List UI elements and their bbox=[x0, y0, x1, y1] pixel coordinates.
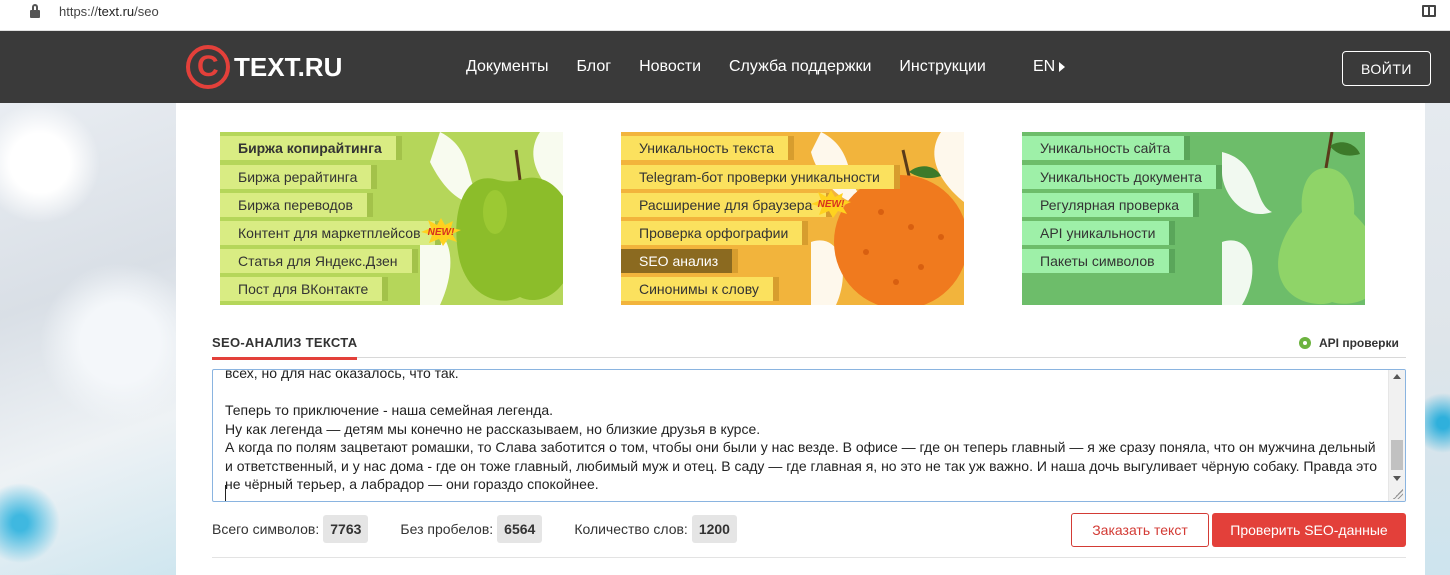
pear-illustration-icon bbox=[1222, 132, 1365, 305]
check-seo-button[interactable]: Проверить SEO-данные bbox=[1212, 513, 1406, 547]
seo-text-input[interactable]: всех, но для нас оказалось, что так. Теп… bbox=[212, 369, 1406, 502]
card-copywriting: Биржа копирайтинга Биржа рерайтинга Бирж… bbox=[220, 132, 563, 305]
card-tools: Уникальность текста Telegram-бот проверк… bbox=[621, 132, 964, 305]
reader-mode-icon[interactable] bbox=[1422, 5, 1436, 17]
total-chars-value: 7763 bbox=[323, 515, 369, 543]
url-text[interactable]: https://text.ru/seo bbox=[59, 4, 159, 19]
scroll-down-arrow-icon[interactable] bbox=[1393, 476, 1401, 481]
card-item-text-uniqueness[interactable]: Уникальность текста bbox=[621, 136, 794, 160]
card-item-marketplace-content[interactable]: Контент для маркетплейсов bbox=[220, 221, 441, 245]
new-badge: NEW! bbox=[421, 218, 461, 246]
textarea-scrollbar[interactable] bbox=[1388, 370, 1405, 501]
word-count-value: 1200 bbox=[691, 515, 737, 543]
tab-divider bbox=[212, 357, 1406, 358]
logo-text: TEXT.RU bbox=[234, 51, 343, 82]
card-item-api-uniqueness[interactable]: API уникальности bbox=[1022, 221, 1176, 245]
card-item-telegram-bot[interactable]: Telegram-бот проверки уникальности bbox=[621, 165, 900, 189]
site-logo[interactable]: TEXT.RU bbox=[186, 45, 342, 89]
api-check-label: API проверки bbox=[1319, 336, 1399, 350]
seo-text-content: всех, но для нас оказалось, что так. Теп… bbox=[225, 369, 1378, 492]
card-item-rewriting-exchange[interactable]: Биржа рерайтинга bbox=[220, 165, 378, 189]
card-item-copywriting-exchange[interactable]: Биржа копирайтинга bbox=[220, 136, 402, 160]
background-texture-right bbox=[1425, 103, 1450, 575]
card-site: Уникальность сайта Уникальность документ… bbox=[1022, 132, 1365, 305]
card-item-yandex-zen[interactable]: Статья для Яндекс.Дзен bbox=[220, 249, 418, 273]
card-item-translation-exchange[interactable]: Биржа переводов bbox=[220, 193, 373, 217]
card-item-vk-post[interactable]: Пост для ВКонтакте bbox=[220, 277, 389, 301]
new-badge: NEW! bbox=[811, 190, 851, 218]
no-space-chars-label: Без пробелов: bbox=[400, 521, 494, 537]
word-count-label: Количество слов: bbox=[574, 521, 688, 537]
resize-grip-icon[interactable] bbox=[1393, 489, 1403, 499]
nav-instructions[interactable]: Инструкции bbox=[899, 58, 985, 76]
copyright-logo-icon bbox=[186, 45, 230, 89]
total-chars-label: Всего символов: bbox=[212, 521, 320, 537]
language-switch[interactable]: EN bbox=[1033, 58, 1066, 76]
card-item-spell-check[interactable]: Проверка орфографии bbox=[621, 221, 809, 245]
card-item-seo-analysis[interactable]: SEO анализ bbox=[621, 249, 739, 273]
no-space-chars-value: 6564 bbox=[497, 515, 543, 543]
orange-illustration-icon bbox=[811, 132, 964, 305]
card-item-regular-check[interactable]: Регулярная проверка bbox=[1022, 193, 1200, 217]
card-item-document-uniqueness[interactable]: Уникальность документа bbox=[1022, 165, 1222, 189]
site-header: TEXT.RU Документы Блог Новости Служба по… bbox=[0, 31, 1450, 103]
scroll-up-arrow-icon[interactable] bbox=[1393, 374, 1401, 379]
play-arrow-icon bbox=[1059, 62, 1066, 72]
gear-icon bbox=[1299, 337, 1311, 349]
browser-address-bar[interactable]: https://text.ru/seo bbox=[0, 0, 1450, 31]
card-item-site-uniqueness[interactable]: Уникальность сайта bbox=[1022, 136, 1191, 160]
tab-seo-analysis[interactable]: SEO-АНАЛИЗ ТЕКСТА bbox=[212, 335, 358, 360]
card-item-synonyms[interactable]: Синонимы к слову bbox=[621, 277, 779, 301]
lock-icon bbox=[30, 4, 40, 18]
nav-news[interactable]: Новости bbox=[639, 58, 701, 76]
api-check-link[interactable]: API проверки bbox=[1299, 336, 1399, 350]
background-texture-left bbox=[0, 103, 176, 575]
login-button[interactable]: ВОЙТИ bbox=[1342, 51, 1431, 86]
card-item-symbol-packages[interactable]: Пакеты символов bbox=[1022, 249, 1175, 273]
language-label: EN bbox=[1033, 58, 1056, 75]
text-stats: Всего символов: 7763 Без пробелов: 6564 … bbox=[212, 515, 769, 543]
scroll-thumb[interactable] bbox=[1391, 440, 1403, 470]
nav-blog[interactable]: Блог bbox=[576, 58, 611, 76]
main-nav: Документы Блог Новости Служба поддержки … bbox=[466, 58, 1014, 76]
nav-support[interactable]: Служба поддержки bbox=[729, 58, 871, 76]
section-divider bbox=[212, 557, 1406, 558]
order-text-button[interactable]: Заказать текст bbox=[1071, 513, 1209, 547]
card-item-browser-extension[interactable]: Расширение для браузера bbox=[621, 193, 833, 217]
text-caret bbox=[225, 485, 226, 501]
main-content: Биржа копирайтинга Биржа рерайтинга Бирж… bbox=[176, 103, 1425, 575]
nav-documents[interactable]: Документы bbox=[466, 58, 548, 76]
